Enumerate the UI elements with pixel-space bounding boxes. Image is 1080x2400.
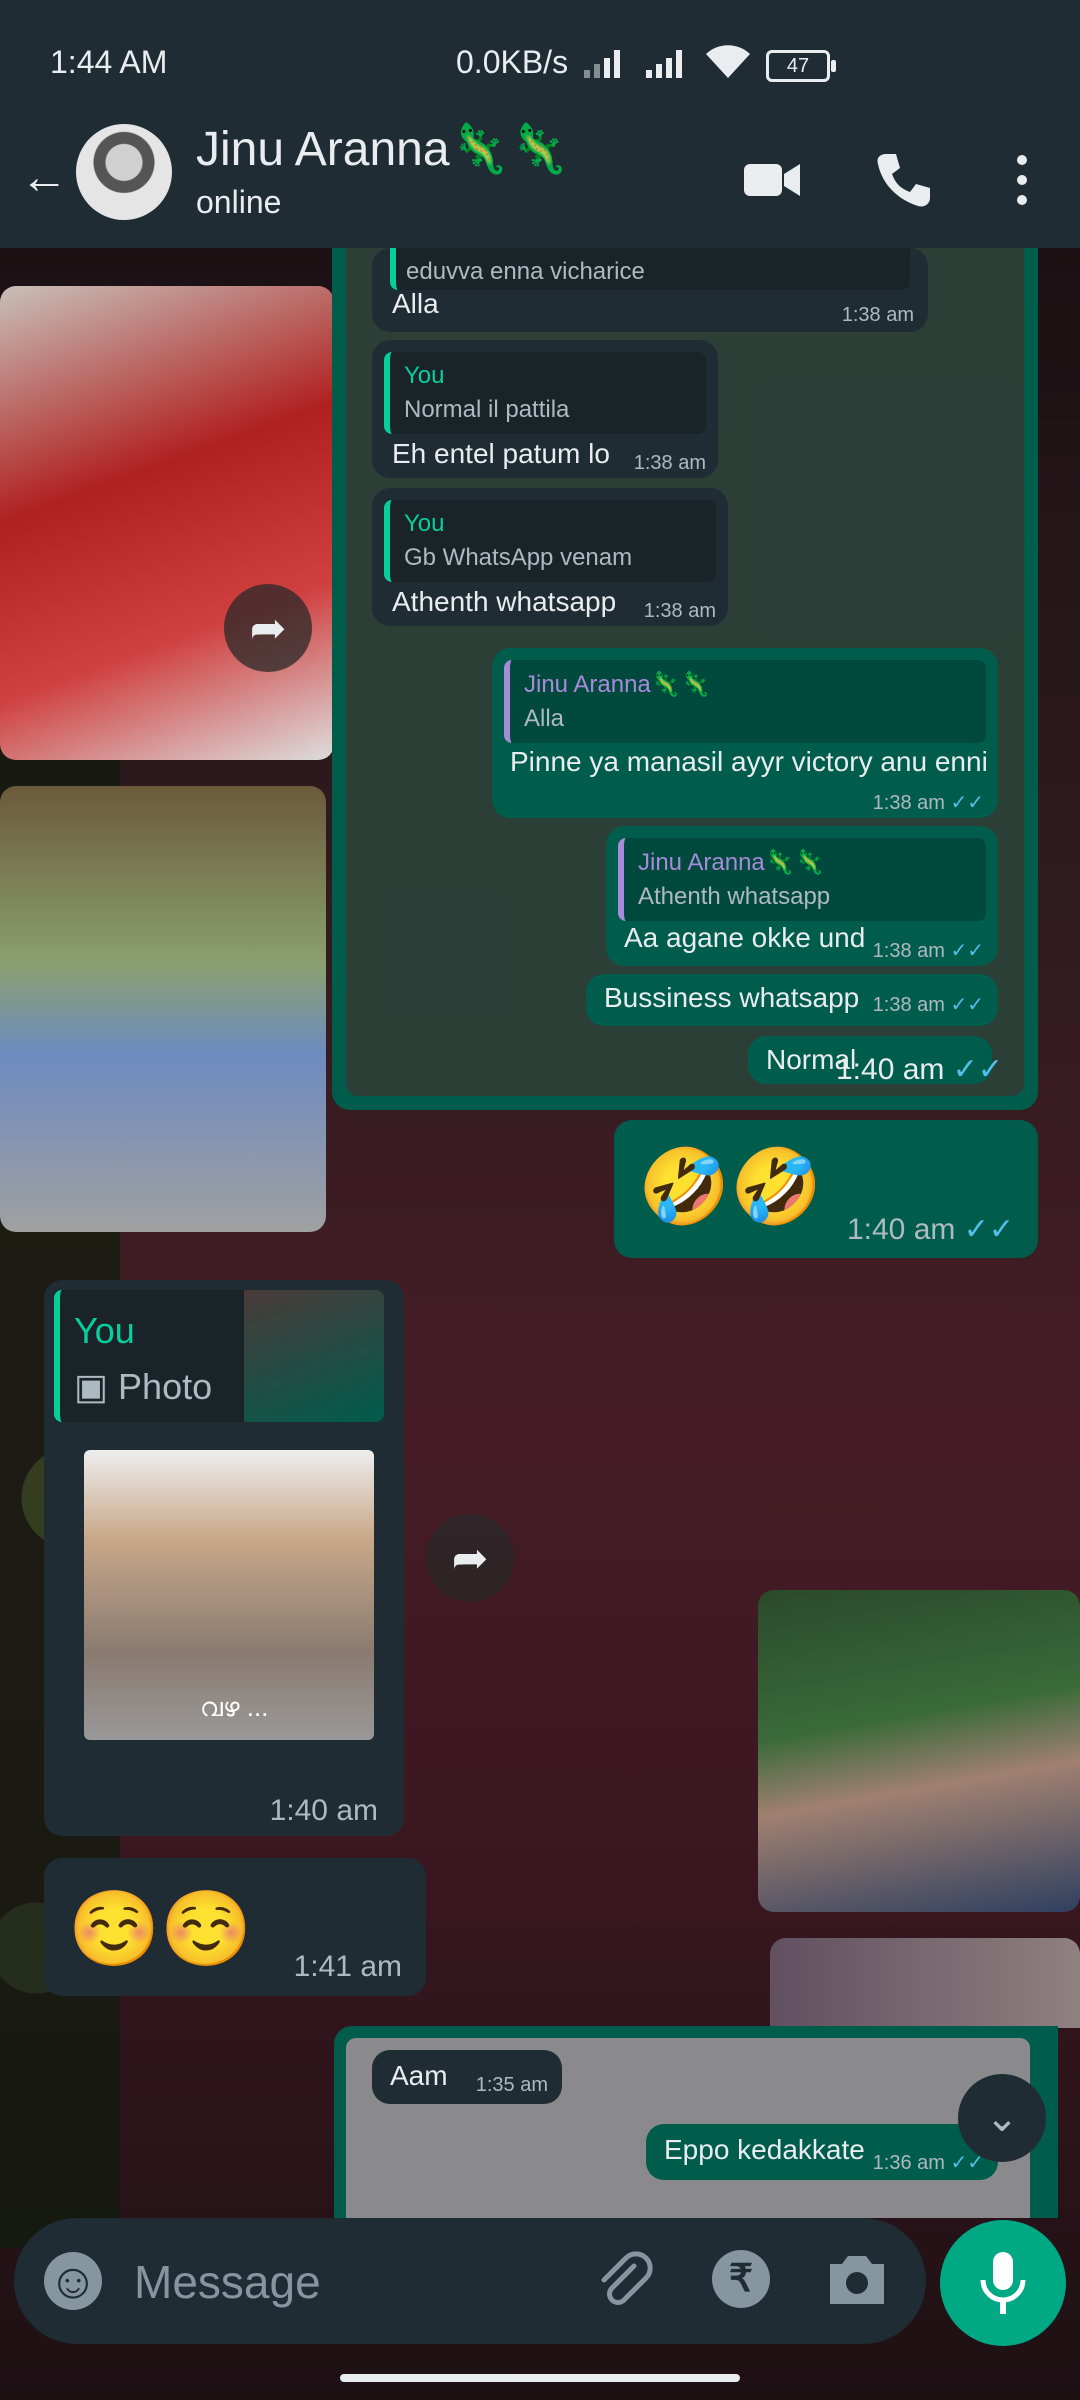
message-outgoing[interactable]: Jinu Aranna🦎🦎 Alla Pinne ya manasil ayyr… (492, 648, 998, 818)
read-ticks-icon: ✓✓ (950, 994, 984, 1016)
more-options-icon[interactable] (990, 148, 1054, 212)
message-input[interactable] (132, 2248, 596, 2316)
payment-icon[interactable]: ₹ (712, 2250, 770, 2308)
message-incoming-emoji[interactable]: ☺️☺️ 1:41 am (44, 1858, 426, 1996)
contact-status: online (196, 184, 282, 220)
photo-icon: ▣ (74, 1366, 109, 1407)
photo-portrait[interactable] (758, 1590, 1080, 1912)
gesture-nav-bar[interactable] (340, 2374, 740, 2382)
back-arrow-icon[interactable]: ← (20, 148, 80, 208)
message-composer: ₹ (14, 2218, 926, 2344)
emoji-icon[interactable] (44, 2252, 102, 2310)
read-ticks-icon: ✓✓ (950, 792, 984, 814)
status-time: 1:44 AM (50, 44, 168, 80)
reply-preview[interactable]: You ▣ Photo (54, 1290, 384, 1422)
forward-icon[interactable]: ➦ (224, 584, 312, 672)
video-call-icon[interactable] (740, 148, 804, 212)
microphone-icon (980, 2252, 1026, 2314)
reply-thumbnail (244, 1290, 384, 1422)
message-incoming[interactable]: Aam 1:35 am (372, 2050, 562, 2104)
battery-icon: 47 (766, 50, 836, 82)
wifi-icon (706, 45, 750, 78)
camera-icon[interactable] (826, 2250, 888, 2308)
photo-teddy-bears[interactable] (0, 286, 334, 760)
contact-name[interactable]: Jinu Aranna🦎🦎 (196, 120, 569, 177)
message-outgoing[interactable]: Jinu Aranna🦎🦎 Athenth whatsapp Aa agane … (606, 826, 998, 966)
network-speed: 0.0KB/s (456, 44, 569, 80)
message-incoming[interactable]: You Normal il pattila Eh entel patum lo … (372, 340, 718, 478)
double-chevron-down-icon: ⌄ (985, 2096, 1019, 2140)
message-outgoing-emoji[interactable]: 🤣🤣 1:40 am ✓✓ (614, 1120, 1038, 1258)
message-incoming[interactable]: You Gb WhatsApp venam Athenth whatsapp 1… (372, 488, 728, 626)
message-outgoing[interactable]: Bussiness whatsapp 1:38 am ✓✓ (586, 974, 998, 1026)
chat-header: ← Jinu Aranna🦎🦎 online (0, 123, 1080, 248)
signal-icon (646, 48, 682, 78)
message-time: 1:40 am ✓✓ (836, 1053, 1004, 1086)
read-ticks-icon: ✓✓ (950, 940, 984, 962)
voice-message-button[interactable] (940, 2220, 1066, 2346)
sticker-image[interactable]: വഴ ... (84, 1450, 374, 1740)
photo-garden[interactable] (0, 786, 326, 1232)
message-incoming[interactable]: eduvva enna vicharice Alla 1:38 am (372, 248, 928, 332)
signal-icon (584, 48, 620, 78)
photo-group[interactable] (770, 1938, 1080, 2028)
read-ticks-icon: ✓✓ (952, 1053, 1004, 1086)
status-bar: 1:44 AM 0.0KB/s 47 (0, 0, 1080, 128)
message-incoming-sticker[interactable]: You ▣ Photo വഴ ... 1:40 am (44, 1280, 404, 1836)
message-outgoing[interactable]: Eppo kedakkate 1:36 am ✓✓ (646, 2124, 998, 2180)
voice-call-icon[interactable] (870, 148, 934, 212)
attach-icon[interactable] (590, 2248, 656, 2314)
forward-icon[interactable]: ➦ (426, 1514, 514, 1602)
read-ticks-icon: ✓✓ (963, 1213, 1014, 1246)
avatar[interactable] (76, 124, 172, 220)
scroll-to-bottom-button[interactable]: ⌄ (958, 2074, 1046, 2162)
